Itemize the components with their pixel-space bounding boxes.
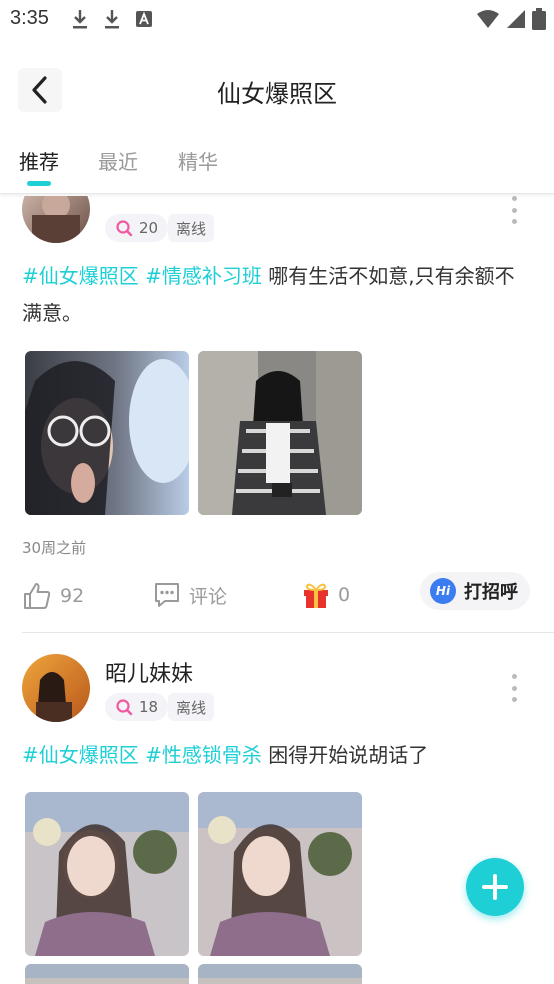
- signal-icon: [507, 10, 525, 28]
- gift-count: 0: [338, 584, 351, 606]
- tab-bar: 推荐 最近 精华: [0, 140, 554, 194]
- charm-count: 18: [139, 698, 159, 716]
- tab-featured[interactable]: 精华: [178, 146, 218, 175]
- download-icon: [105, 10, 119, 29]
- online-status-badge: 离线: [168, 214, 215, 242]
- comment-button[interactable]: 评论: [153, 581, 227, 609]
- create-post-button[interactable]: [466, 858, 524, 916]
- gift-button[interactable]: 0: [302, 581, 350, 609]
- more-options-button[interactable]: [504, 196, 524, 228]
- post-photo[interactable]: [198, 964, 362, 984]
- charm-badge: 20: [105, 214, 169, 242]
- comment-icon: [155, 583, 179, 607]
- thumbs-up-icon: [24, 583, 51, 609]
- status-system-icons: [476, 8, 546, 30]
- avatar[interactable]: [22, 654, 90, 722]
- battery-icon: [532, 8, 546, 30]
- post-photo[interactable]: [25, 792, 189, 956]
- wifi-icon: [477, 10, 499, 28]
- page-title: 仙女爆照区: [217, 80, 337, 108]
- post-text: #仙女爆照区 #性感锁骨杀 困得开始说胡话了: [22, 737, 532, 774]
- post-tag[interactable]: #性感锁骨杀: [145, 743, 262, 767]
- font-app-icon: [136, 11, 152, 27]
- greet-label: 打招呼: [464, 582, 518, 603]
- username[interactable]: 昭儿妹妹: [105, 656, 193, 688]
- status-bar: 3:35: [0, 0, 554, 40]
- charm-count: 20: [139, 219, 159, 237]
- tab-recommended[interactable]: 推荐: [19, 146, 59, 175]
- post-photo[interactable]: [198, 792, 362, 956]
- post-text: #仙女爆照区 #情感补习班 哪有生活不如意,只有余额不满意。: [22, 258, 532, 332]
- post-photo[interactable]: [198, 351, 362, 515]
- gift-icon: [304, 583, 328, 608]
- charm-icon: [116, 699, 133, 716]
- like-button[interactable]: 92: [22, 581, 84, 611]
- post-photo[interactable]: [25, 964, 189, 984]
- post-timestamp: 30周之前: [22, 539, 87, 557]
- charm-badge: 18: [105, 693, 169, 721]
- post-tag[interactable]: #情感补习班: [145, 264, 262, 288]
- status-time: 3:35: [10, 7, 49, 29]
- post-photo[interactable]: [25, 351, 189, 515]
- post-tag[interactable]: #仙女爆照区: [22, 264, 139, 288]
- post-body: 困得开始说胡话了: [268, 743, 429, 767]
- plus-icon: [482, 874, 508, 900]
- download-icon: [73, 10, 87, 29]
- more-options-button[interactable]: [504, 670, 524, 706]
- status-notification-icons: [70, 8, 154, 30]
- like-count: 92: [60, 585, 85, 607]
- post-divider: [22, 632, 554, 633]
- tab-active-indicator: [27, 181, 51, 186]
- online-status-badge: 离线: [168, 693, 215, 721]
- hi-icon: Hi: [430, 578, 456, 604]
- comment-label: 评论: [189, 585, 228, 608]
- charm-icon: [116, 220, 133, 237]
- greet-button[interactable]: Hi 打招呼: [420, 572, 530, 610]
- tab-recent[interactable]: 最近: [98, 146, 138, 175]
- header: 仙女爆照区: [0, 58, 554, 122]
- avatar[interactable]: [22, 196, 90, 243]
- post-feed[interactable]: 20 离线 #仙女爆照区 #情感补习班 哪有生活不如意,只有余额不满意。 30周…: [0, 196, 554, 984]
- post-tag[interactable]: #仙女爆照区: [22, 743, 139, 767]
